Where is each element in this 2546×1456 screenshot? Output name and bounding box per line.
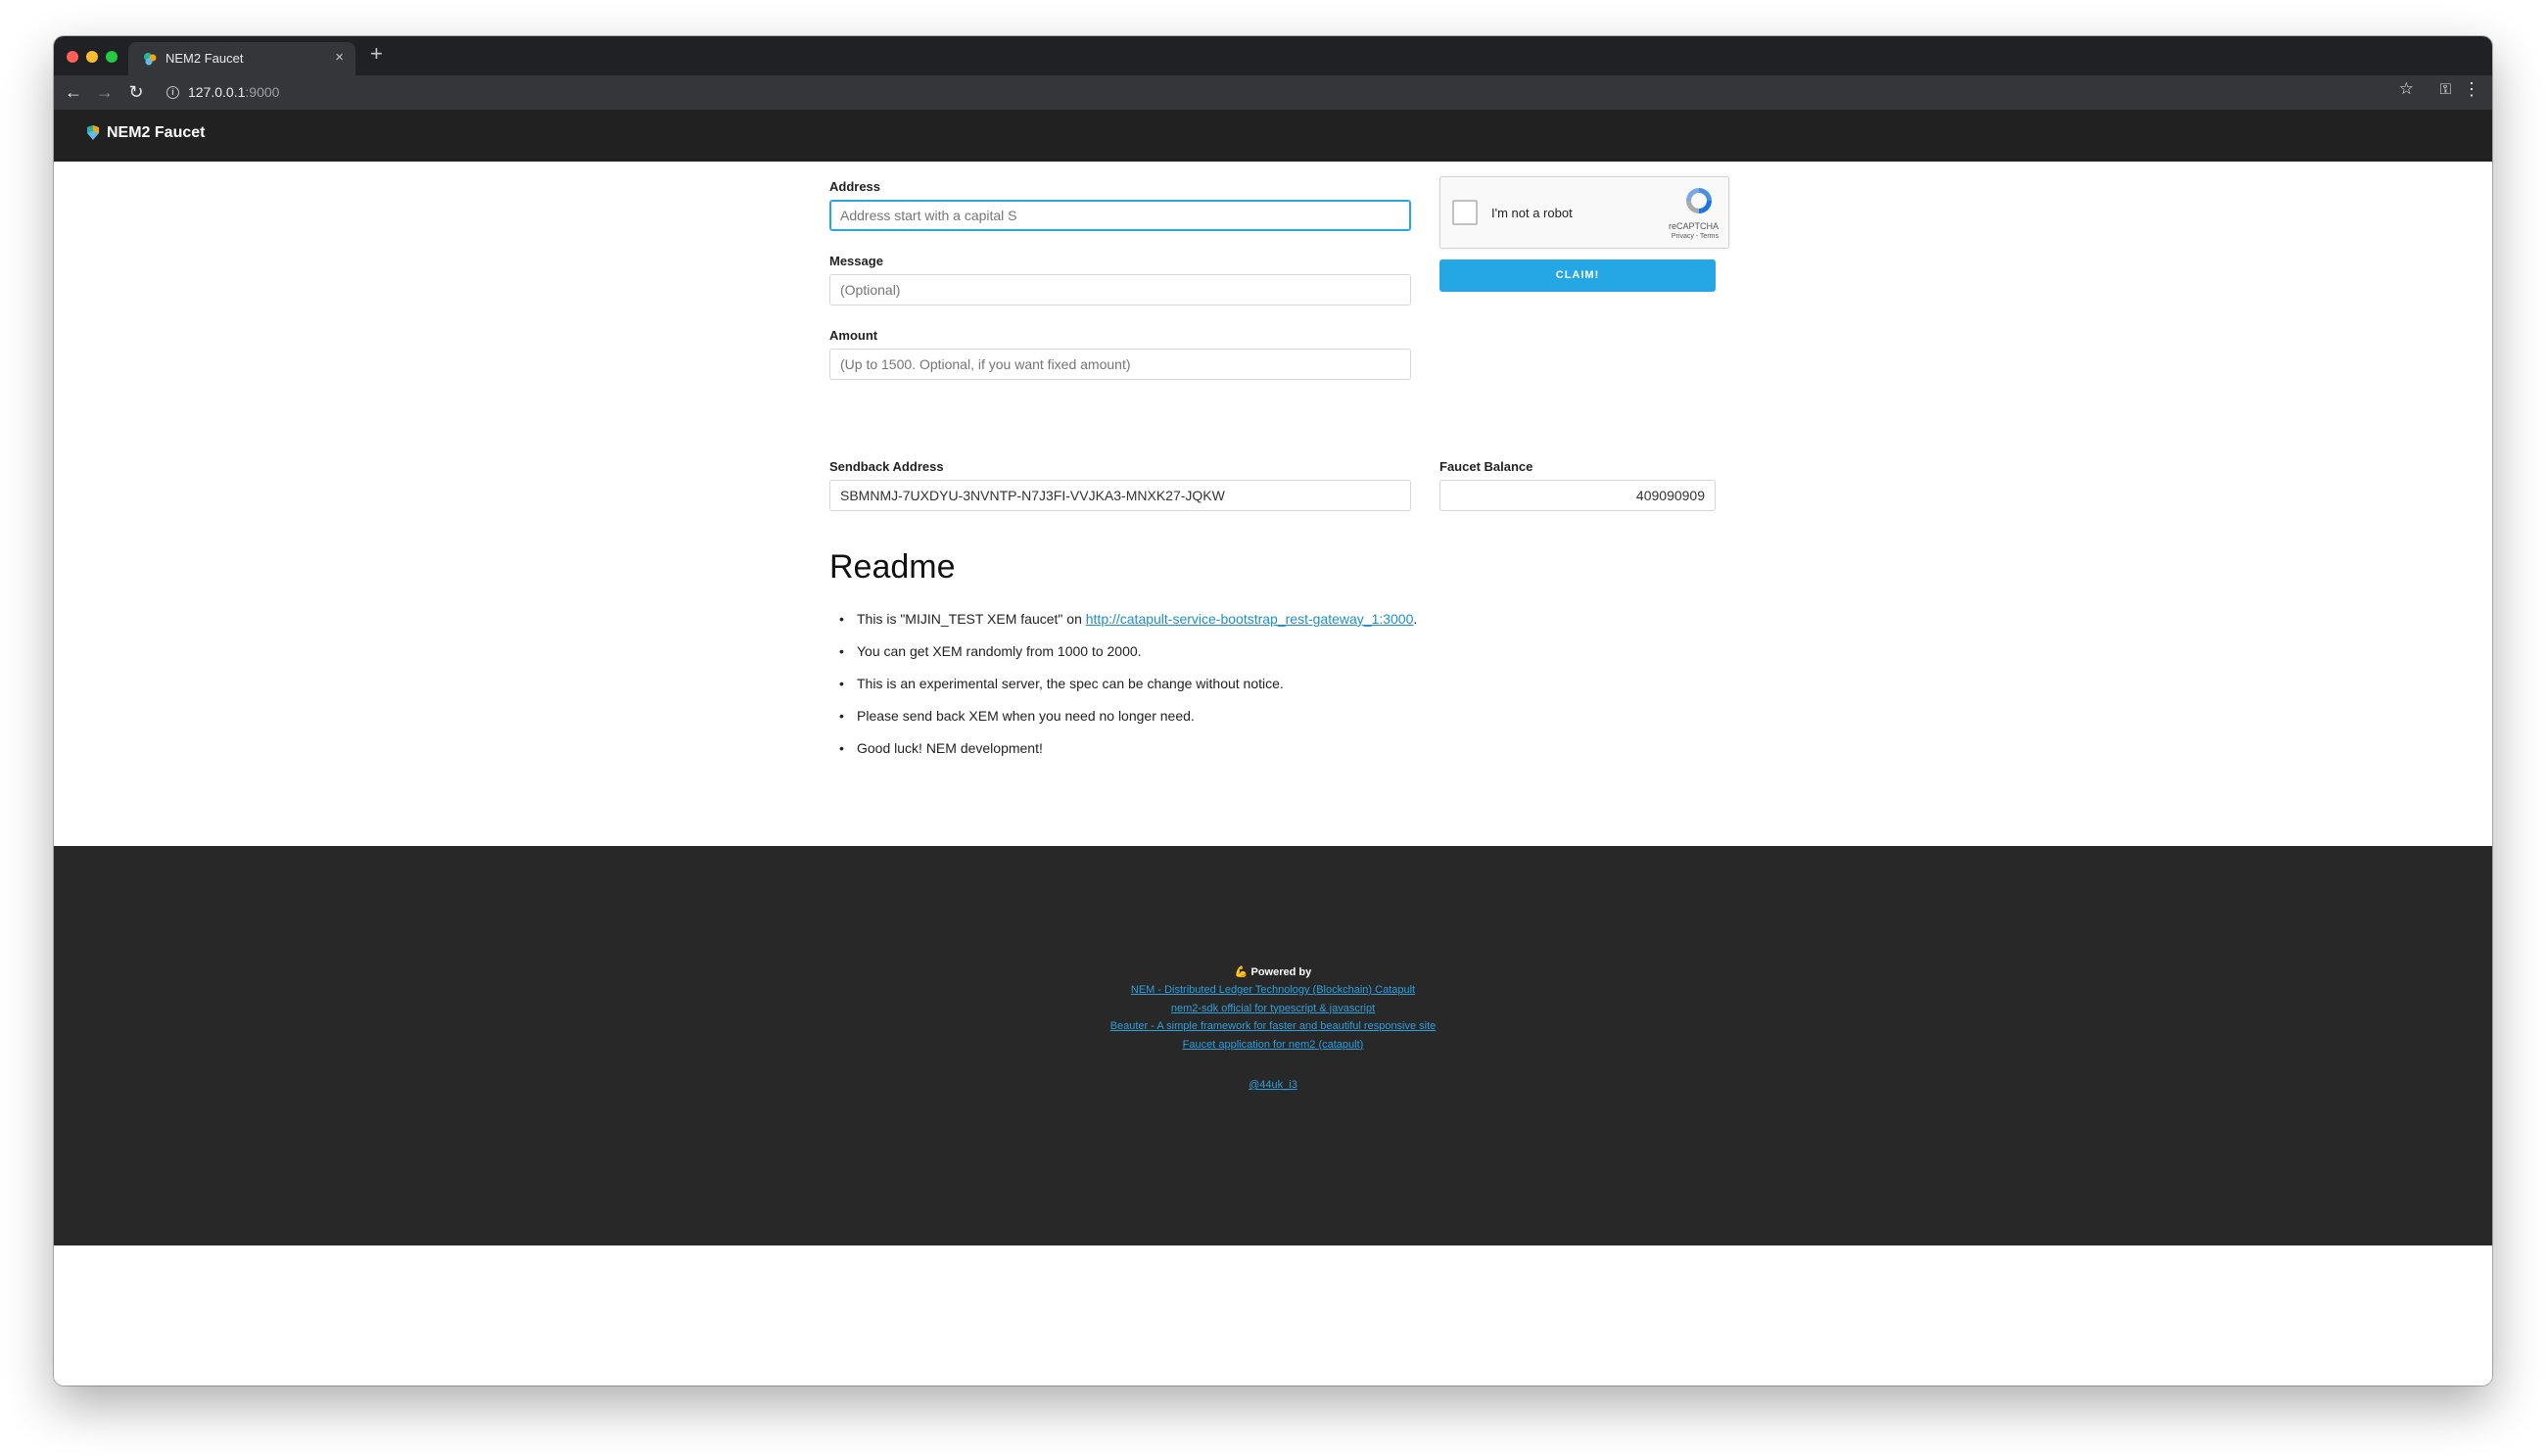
recaptcha-privacy-terms[interactable]: Privacy - Terms xyxy=(1672,233,1719,240)
nem-favicon-icon xyxy=(144,53,157,66)
tab-title: NEM2 Faucet xyxy=(165,51,244,66)
address-label: Address xyxy=(829,179,881,194)
nem-logo-icon xyxy=(87,125,99,140)
back-arrow-icon[interactable]: ← xyxy=(60,78,87,106)
screen: NEM2 Faucet × + ← → ↻ i 127.0.0.1:9000 ☆… xyxy=(0,0,2546,1456)
message-input[interactable]: (Optional) xyxy=(829,274,1411,305)
browser-window: NEM2 Faucet × + ← → ↻ i 127.0.0.1:9000 ☆… xyxy=(54,36,2492,1386)
kebab-menu-icon[interactable]: ⋮ xyxy=(2463,79,2480,100)
readme-item1-suffix: . xyxy=(1413,611,1418,627)
readme-item: Good luck! NEM development! xyxy=(829,738,1711,771)
minimize-window-button[interactable] xyxy=(86,51,98,63)
site-navbar: NEM2 Faucet xyxy=(54,110,2492,162)
amount-placeholder: (Up to 1500. Optional, if you want fixed… xyxy=(840,356,1131,372)
amount-label: Amount xyxy=(829,328,878,343)
readme-item1-prefix: This is "MIJIN_TEST XEM faucet" on xyxy=(857,611,1086,627)
browser-toolbar: ← → ↻ i 127.0.0.1:9000 ☆ ⚿ ⋮ xyxy=(54,75,2492,110)
readme-list: This is "MIJIN_TEST XEM faucet" on http:… xyxy=(829,609,1711,771)
amount-input[interactable]: (Up to 1500. Optional, if you want fixed… xyxy=(829,349,1411,380)
footer-link-faucet-app[interactable]: Faucet application for nem2 (catapult) xyxy=(54,1036,2492,1055)
footer-author-link[interactable]: @44uk_i3 xyxy=(54,1076,2492,1095)
new-tab-icon[interactable]: + xyxy=(370,41,383,67)
readme-item: Please send back XEM when you need no lo… xyxy=(829,706,1711,738)
site-info-icon[interactable]: i xyxy=(166,86,179,99)
bookmark-star-icon[interactable]: ☆ xyxy=(2399,79,2414,99)
site-footer: 💪 Powered by NEM - Distributed Ledger Te… xyxy=(54,846,2492,1245)
claim-button[interactable]: CLAIM! xyxy=(1439,259,1716,292)
tab-close-icon[interactable]: × xyxy=(335,49,344,66)
footer-spacer xyxy=(54,1054,2492,1076)
address-bar[interactable]: 127.0.0.1:9000 xyxy=(188,84,279,100)
powered-by-text: 💪 Powered by xyxy=(1234,966,1312,978)
sendback-address-field[interactable]: SBMNMJ-7UXDYU-3NVNTP-N7J3FI-VVJKA3-MNXK2… xyxy=(829,480,1411,511)
readme-item: This is an experimental server, the spec… xyxy=(829,674,1711,706)
tab-bar: NEM2 Faucet × + xyxy=(54,36,2492,75)
message-label: Message xyxy=(829,254,883,268)
message-placeholder: (Optional) xyxy=(840,282,901,298)
maximize-window-button[interactable] xyxy=(106,51,118,63)
incognito-icon[interactable]: ⚿ xyxy=(2440,81,2451,98)
sendback-address-label: Sendback Address xyxy=(829,459,944,474)
address-input[interactable]: Address start with a capital S xyxy=(829,200,1411,231)
recaptcha-logo-icon xyxy=(1686,188,1712,213)
recaptcha-brand: reCAPTCHA xyxy=(1668,221,1719,231)
footer-link-nem2-sdk[interactable]: nem2-sdk official for typescript & javas… xyxy=(54,1000,2492,1018)
gateway-link[interactable]: http://catapult-service-bootstrap_rest-g… xyxy=(1086,611,1414,627)
address-placeholder: Address start with a capital S xyxy=(840,208,1017,223)
faucet-balance-field[interactable]: 409090909 xyxy=(1439,480,1716,511)
recaptcha-checkbox[interactable] xyxy=(1452,200,1478,225)
recaptcha-label: I'm not a robot xyxy=(1491,206,1573,220)
url-port: :9000 xyxy=(245,84,280,100)
readme-item: You can get XEM randomly from 1000 to 20… xyxy=(829,641,1711,674)
faucet-balance-label: Faucet Balance xyxy=(1439,459,1533,474)
readme-heading: Readme xyxy=(829,548,956,586)
reload-icon[interactable]: ↻ xyxy=(122,78,150,106)
brand-link[interactable]: NEM2 Faucet xyxy=(86,124,205,142)
close-window-button[interactable] xyxy=(67,51,78,63)
tab-nem2-faucet[interactable]: NEM2 Faucet × xyxy=(128,42,355,75)
recaptcha-widget: I'm not a robot reCAPTCHA Privacy - Term… xyxy=(1439,176,1729,249)
page-viewport: NEM2 Faucet Address Address start with a… xyxy=(54,110,2492,1386)
readme-item: This is "MIJIN_TEST XEM faucet" on http:… xyxy=(829,609,1711,641)
brand-title: NEM2 Faucet xyxy=(107,124,206,141)
forward-arrow-icon[interactable]: → xyxy=(91,78,118,106)
footer-credits: 💪 Powered by NEM - Distributed Ledger Te… xyxy=(54,963,2492,1095)
url-host: 127.0.0.1 xyxy=(188,84,246,100)
footer-link-nem-catapult[interactable]: NEM - Distributed Ledger Technology (Blo… xyxy=(54,981,2492,1000)
footer-link-beauter[interactable]: Beauter - A simple framework for faster … xyxy=(54,1017,2492,1036)
